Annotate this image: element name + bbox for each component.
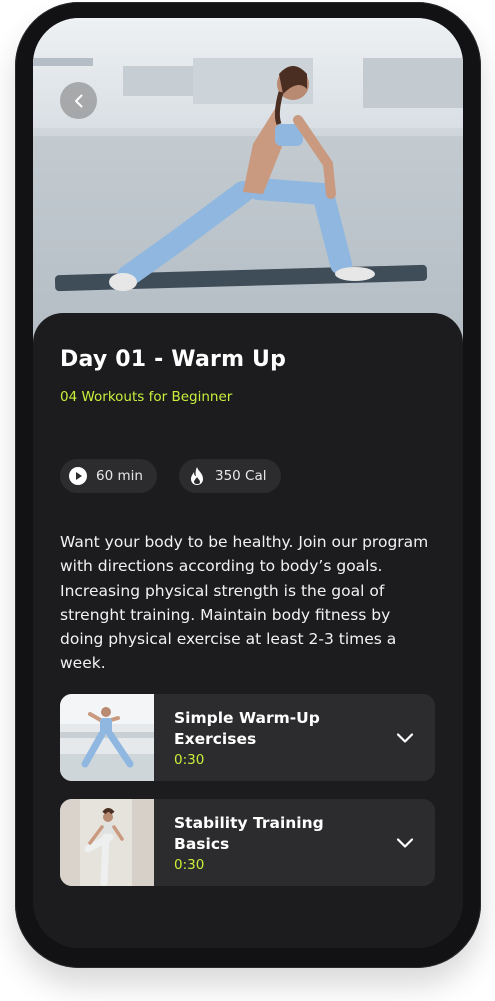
exercise-time: 0:30 [174, 857, 205, 873]
exercise-time: 0:30 [174, 752, 205, 768]
calories-badge: 350 Cal [179, 459, 281, 493]
exercise-title: Stability Training Basics [174, 814, 324, 853]
exercise-thumbnail [60, 799, 154, 886]
calories-label: 350 Cal [215, 468, 267, 484]
athlete-figure [109, 66, 375, 291]
workout-description: Want your body to be healthy. Join our p… [60, 533, 429, 673]
duration-label: 60 min [96, 468, 143, 484]
chevron-down-icon[interactable] [395, 728, 415, 748]
exercise-card[interactable]: Stability Training Basics 0:30 [60, 799, 435, 886]
app-screen: Day 01 - Warm Up 04 Workouts for Beginne… [33, 18, 463, 948]
workout-details-panel: Day 01 - Warm Up 04 Workouts for Beginne… [33, 313, 463, 948]
chevron-down-icon[interactable] [395, 833, 415, 853]
chevron-left-icon [74, 94, 82, 107]
workout-subtitle: 04 Workouts for Beginner [60, 389, 233, 405]
workout-title: Day 01 - Warm Up [60, 347, 287, 372]
duration-badge: 60 min [60, 459, 157, 493]
exercise-card[interactable]: Simple Warm-Up Exercises 0:30 [60, 694, 435, 781]
hero-photo [33, 18, 463, 348]
exercise-thumbnail [60, 694, 154, 781]
flame-icon [187, 466, 207, 486]
exercise-title: Simple Warm-Up Exercises [174, 709, 320, 748]
back-button[interactable] [60, 82, 97, 119]
play-circle-icon [68, 466, 88, 486]
